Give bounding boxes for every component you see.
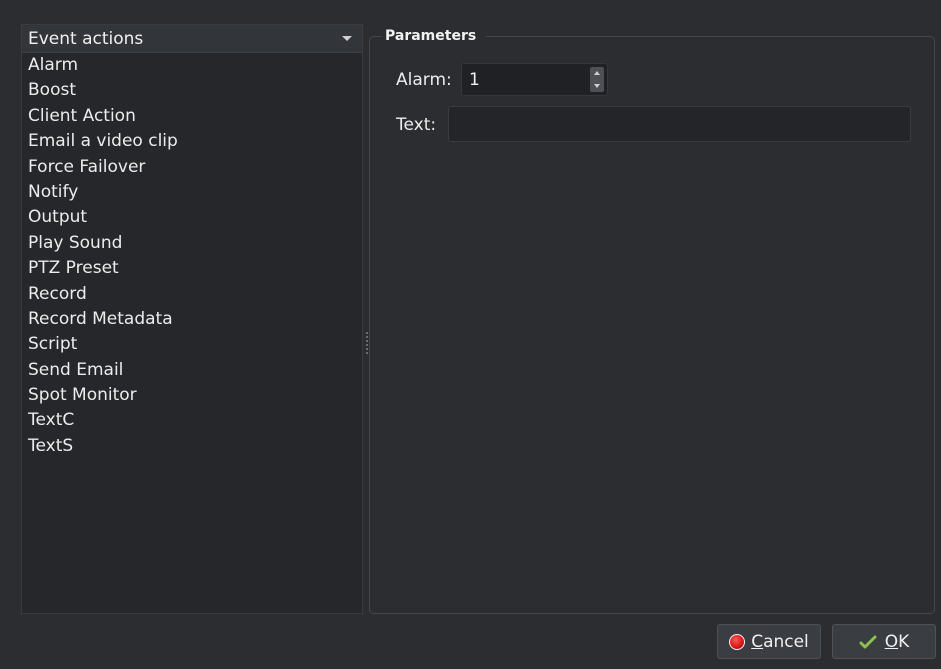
red-circle-icon <box>729 633 746 650</box>
list-item-record-metadata[interactable]: Record Metadata <box>22 307 362 332</box>
list-item-client-action[interactable]: Client Action <box>22 104 362 129</box>
list-item-force-failover[interactable]: Force Failover <box>22 155 362 180</box>
list-item-boost[interactable]: Boost <box>22 78 362 103</box>
list-item-notify[interactable]: Notify <box>22 180 362 205</box>
event-actions-panel: Event actions Alarm Boost Client Action … <box>21 24 363 614</box>
list-item-spot-monitor[interactable]: Spot Monitor <box>22 383 362 408</box>
arrow-down-icon <box>594 83 600 88</box>
list-item-alarm[interactable]: Alarm <box>22 53 362 78</box>
ok-label: OK <box>884 631 910 652</box>
alarm-spinbox[interactable]: 1 <box>461 63 608 96</box>
parameters-title: Parameters <box>381 26 487 46</box>
spin-buttons <box>590 67 604 92</box>
spin-down-button[interactable] <box>590 80 604 93</box>
green-check-icon <box>859 635 877 648</box>
list-item-record[interactable]: Record <box>22 282 362 307</box>
text-field[interactable] <box>448 106 911 142</box>
cancel-label: Cancel <box>751 631 809 652</box>
list-item-play-sound[interactable]: Play Sound <box>22 231 362 256</box>
list-item-texts[interactable]: TextS <box>22 434 362 459</box>
list-item-send-email[interactable]: Send Email <box>22 358 362 383</box>
splitter-grip-icon <box>366 332 368 354</box>
event-actions-dropdown[interactable]: Event actions <box>22 25 362 53</box>
event-action-dialog: Event actions Alarm Boost Client Action … <box>0 0 941 669</box>
event-actions-list: Alarm Boost Client Action Email a video … <box>22 53 362 459</box>
list-item-output[interactable]: Output <box>22 205 362 230</box>
alarm-value: 1 <box>469 70 480 90</box>
alarm-label: Alarm: <box>396 70 452 90</box>
arrow-up-icon <box>594 71 600 76</box>
ok-button[interactable]: OK <box>832 624 936 659</box>
chevron-down-icon <box>342 36 352 41</box>
list-item-email-video-clip[interactable]: Email a video clip <box>22 129 362 154</box>
event-actions-label: Event actions <box>28 28 144 49</box>
spin-up-button[interactable] <box>590 67 604 80</box>
list-item-script[interactable]: Script <box>22 332 362 357</box>
text-label: Text: <box>396 115 437 135</box>
cancel-button[interactable]: Cancel <box>717 624 821 659</box>
list-item-ptz-preset[interactable]: PTZ Preset <box>22 256 362 281</box>
list-item-textc[interactable]: TextC <box>22 408 362 433</box>
